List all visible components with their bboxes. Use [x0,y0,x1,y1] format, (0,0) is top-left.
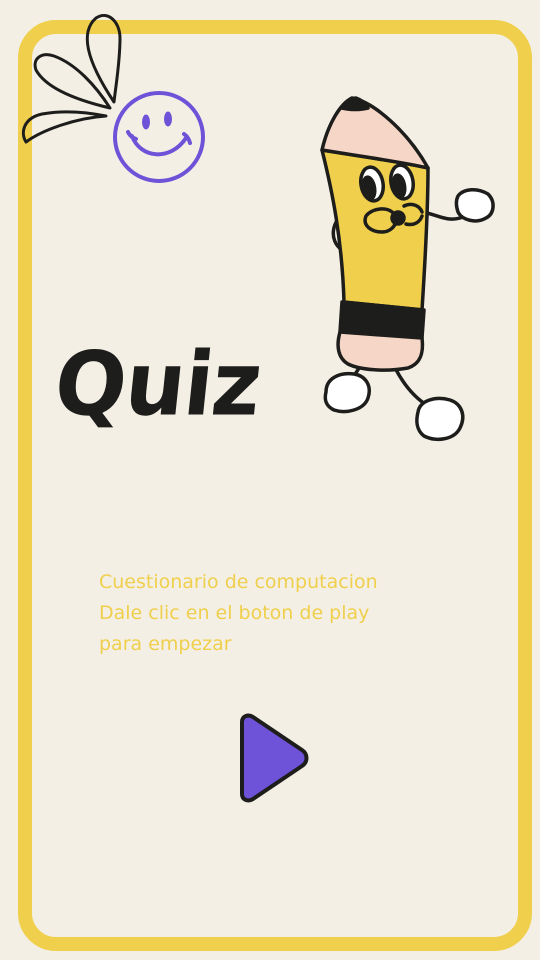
play-button[interactable] [228,712,314,804]
play-icon [240,713,309,803]
description-line-3: para empezar [99,633,232,655]
page-title: Quiz [49,332,266,436]
description-line-1: Cuestionario de computacion [99,571,378,593]
description-line-2: Dale clic en el boton de play [99,602,370,624]
smiley-face-icon [113,91,205,183]
description-text: Cuestionario de computacion Dale clic en… [99,567,459,660]
quiz-start-screen: Quiz Cuestionario de computacion Dale cl… [0,0,540,960]
pencil-mascot-icon [320,96,495,442]
